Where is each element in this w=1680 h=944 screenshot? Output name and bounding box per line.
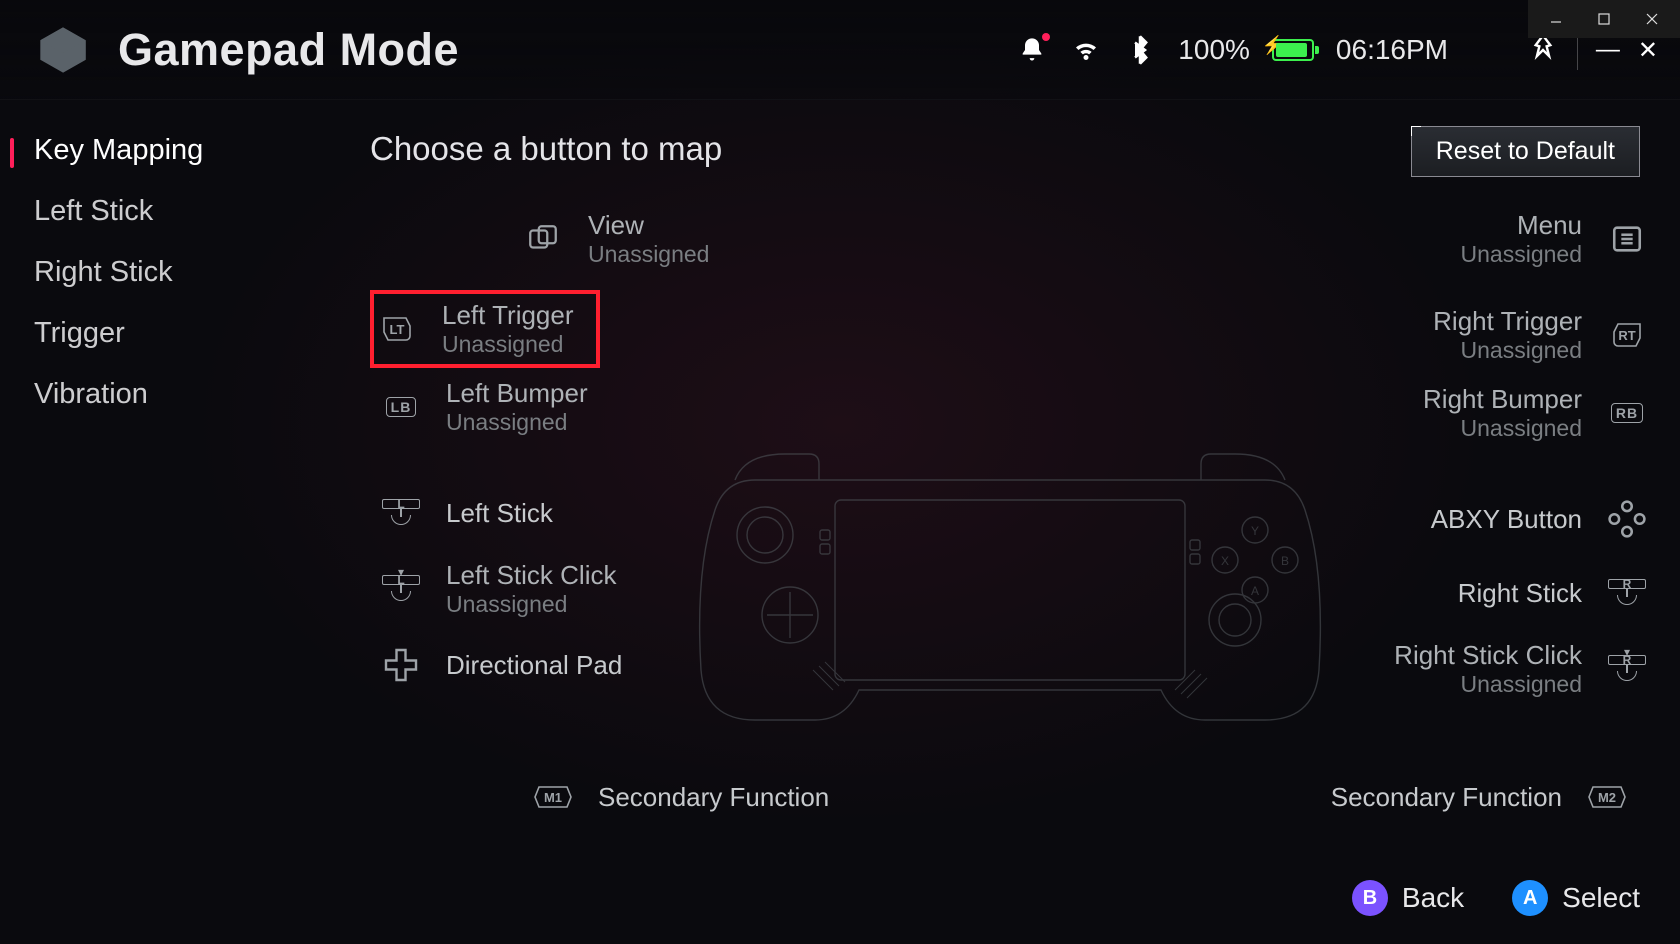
clock: 06:16PM [1336, 34, 1448, 66]
map-sub: Unassigned [1461, 241, 1582, 268]
map-sub: Unassigned [1461, 671, 1582, 698]
map-label: Right Stick Click [1394, 640, 1582, 671]
key-map-grid: View Unassigned LT Left Trigger Unassign… [370, 200, 1650, 834]
map-label: Right Bumper [1423, 384, 1582, 415]
map-left-trigger-button[interactable]: LT Left Trigger Unassigned [370, 290, 600, 368]
map-label: View [588, 210, 709, 241]
left-stick-icon: L [378, 490, 424, 536]
map-label: ABXY Button [1431, 504, 1582, 535]
map-sub: Unassigned [446, 409, 588, 436]
main-content: Choose a button to map Reset to Default … [370, 130, 1650, 834]
map-label: Right Trigger [1433, 306, 1582, 337]
map-menu-button[interactable]: Menu Unassigned [1220, 200, 1650, 278]
bluetooth-icon[interactable] [1124, 34, 1156, 66]
map-label: Menu [1517, 210, 1582, 241]
map-sub: Unassigned [1461, 415, 1582, 442]
svg-text:A: A [1251, 584, 1259, 598]
m2-badge-icon: M2 [1584, 774, 1630, 820]
sidebar-item-label: Left Stick [34, 195, 153, 227]
sidebar-item-label: Trigger [34, 317, 125, 349]
map-label: Directional Pad [446, 650, 622, 681]
map-sub: Unassigned [1461, 337, 1582, 364]
hint-label: Back [1402, 882, 1464, 914]
lb-badge-icon: LB [378, 384, 424, 430]
right-stick-icon: R [1604, 570, 1650, 616]
m1-badge-icon: M1 [530, 774, 576, 820]
map-label: Left Stick Click [446, 560, 617, 591]
map-sub: Unassigned [446, 591, 617, 618]
os-maximize-button[interactable] [1580, 0, 1628, 38]
secondary-function-row: M1 Secondary Function Secondary Function… [370, 760, 1650, 834]
lt-badge-icon: LT [374, 306, 420, 352]
footer-hints: B Back A Select [1352, 880, 1640, 916]
rb-badge-icon: RB [1604, 390, 1650, 436]
app-minimize-button[interactable]: — [1596, 36, 1620, 65]
app-header: Gamepad Mode 100% ⚡ 06:16PM [0, 0, 1680, 100]
rt-badge-icon: RT [1604, 312, 1650, 358]
page-title: Gamepad Mode [118, 24, 459, 76]
map-left-bumper-button[interactable]: LB Left Bumper Unassigned [370, 368, 800, 446]
map-right-trigger-button[interactable]: Right Trigger Unassigned RT [1220, 296, 1650, 374]
app-logo-icon [36, 23, 90, 77]
os-minimize-button[interactable] [1532, 0, 1580, 38]
menu-icon [1604, 216, 1650, 262]
app-close-button[interactable]: ✕ [1638, 36, 1658, 65]
sidebar-nav: Key Mapping Left Stick Right Stick Trigg… [0, 120, 320, 425]
left-stick-click-icon: ▾L [378, 566, 424, 612]
view-icon [520, 216, 566, 262]
a-button-icon: A [1512, 880, 1548, 916]
sidebar-item-right-stick[interactable]: Right Stick [24, 242, 320, 303]
sidebar-item-key-mapping[interactable]: Key Mapping [24, 120, 320, 181]
dpad-icon [378, 642, 424, 688]
os-window-chrome [1528, 0, 1680, 38]
battery-percent: 100% [1178, 34, 1250, 66]
svg-text:Y: Y [1251, 524, 1259, 538]
map-secondary-m1-button[interactable]: M1 Secondary Function [530, 760, 829, 834]
reset-label: Reset to Default [1436, 137, 1615, 165]
notifications-icon[interactable] [1016, 34, 1048, 66]
sidebar-item-left-stick[interactable]: Left Stick [24, 181, 320, 242]
svg-text:X: X [1221, 554, 1229, 568]
map-sub: Unassigned [588, 241, 709, 268]
map-label: Secondary Function [598, 782, 829, 813]
map-label: Left Stick [446, 498, 553, 529]
hint-select: A Select [1512, 880, 1640, 916]
sidebar-item-label: Right Stick [34, 256, 173, 288]
os-close-button[interactable] [1628, 0, 1676, 38]
hint-back: B Back [1352, 880, 1464, 916]
b-button-icon: B [1352, 880, 1388, 916]
sidebar-item-trigger[interactable]: Trigger [24, 303, 320, 364]
reset-to-default-button[interactable]: Reset to Default [1411, 126, 1640, 177]
map-label: Secondary Function [1331, 782, 1562, 813]
sidebar-item-label: Key Mapping [34, 134, 203, 166]
map-secondary-m2-button[interactable]: Secondary Function M2 [1331, 760, 1630, 834]
map-label: Left Trigger [442, 300, 574, 331]
map-sub: Unassigned [442, 331, 574, 358]
hint-label: Select [1562, 882, 1640, 914]
map-label: Right Stick [1458, 578, 1582, 609]
map-view-button[interactable]: View Unassigned [370, 200, 800, 278]
abxy-icon [1604, 496, 1650, 542]
right-stick-click-icon: ▾R [1604, 646, 1650, 692]
console-diagram: Y B X A [695, 440, 1325, 760]
sidebar-item-vibration[interactable]: Vibration [24, 364, 320, 425]
sidebar-item-label: Vibration [34, 378, 148, 410]
wifi-icon[interactable] [1070, 34, 1102, 66]
battery-icon: ⚡ [1272, 39, 1314, 61]
map-label: Left Bumper [446, 378, 588, 409]
pinning-icon[interactable] [1527, 34, 1559, 66]
svg-text:B: B [1281, 554, 1289, 568]
